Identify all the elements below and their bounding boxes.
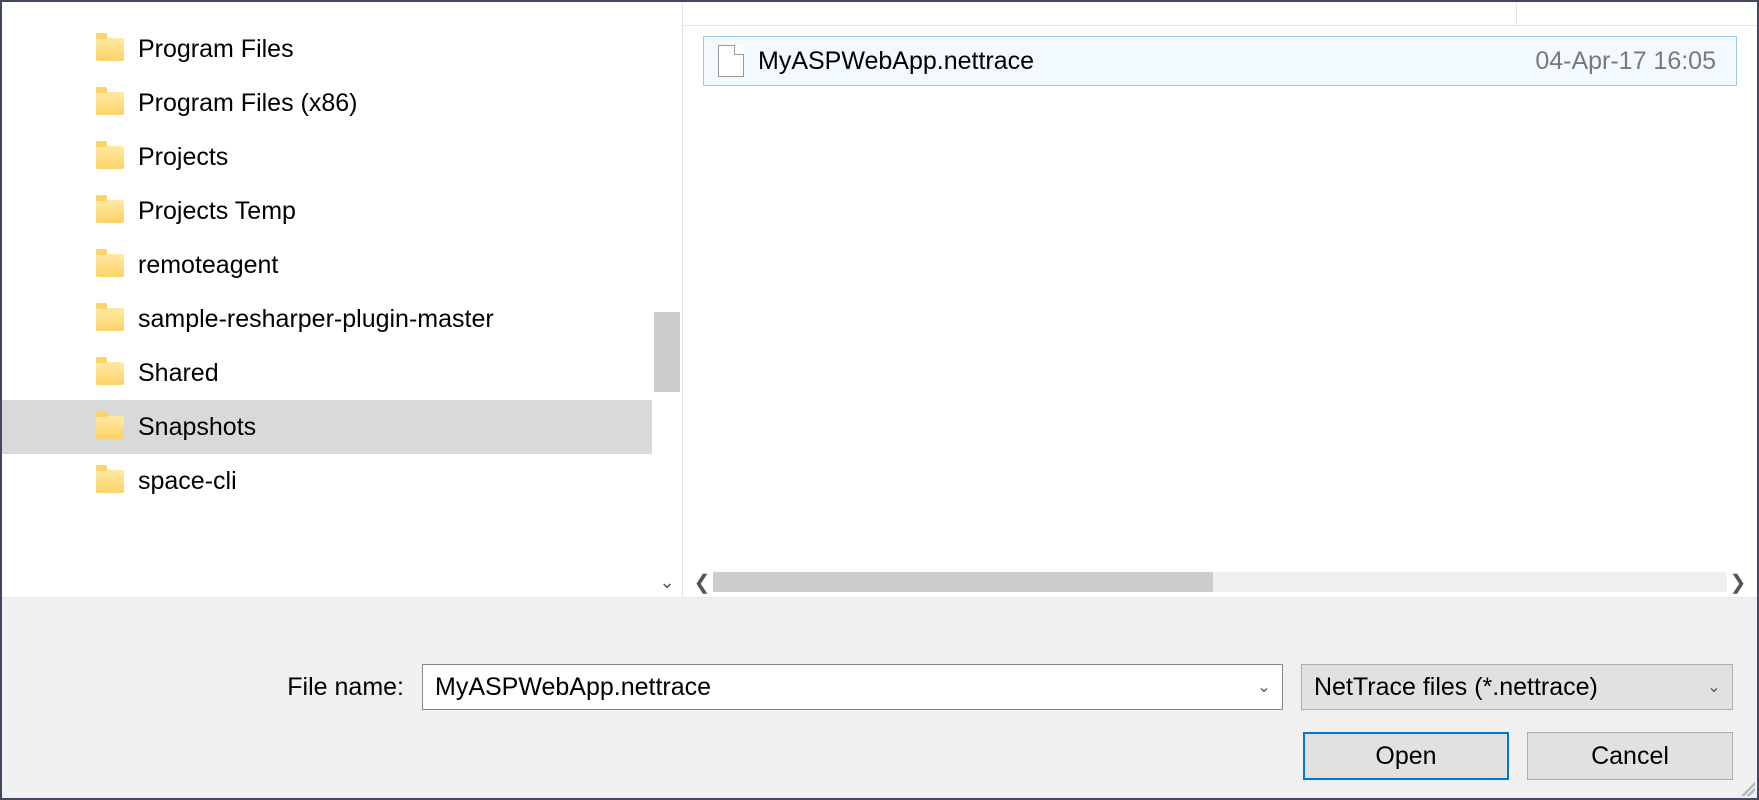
cancel-button[interactable]: Cancel (1527, 732, 1733, 780)
chevron-down-icon[interactable]: ⌄ (652, 573, 682, 591)
file-name-combobox[interactable]: ⌄ (422, 664, 1283, 710)
dialog-buttons: Open Cancel (26, 732, 1733, 780)
folder-tree-item[interactable]: remoteagent (2, 238, 652, 292)
folder-icon (96, 362, 124, 385)
file-type-label: NetTrace files (*.nettrace) (1314, 673, 1598, 702)
folder-label: space-cli (138, 467, 237, 496)
file-name-label: File name: (26, 673, 404, 702)
folder-tree-panel: Program Files Program Files (x86) Projec… (2, 2, 682, 597)
file-date: 04-Apr-17 16:05 (1535, 47, 1722, 76)
folder-label: sample-resharper-plugin-master (138, 305, 494, 334)
chevron-down-icon[interactable]: ⌄ (1696, 677, 1732, 697)
chevron-left-icon[interactable]: ❮ (691, 570, 713, 595)
file-row-selected[interactable]: MyASPWebApp.nettrace 04-Apr-17 16:05 (703, 36, 1737, 86)
folder-label: Projects (138, 143, 228, 172)
file-list-header[interactable] (683, 2, 1757, 26)
file-list[interactable]: MyASPWebApp.nettrace 04-Apr-17 16:05 (683, 26, 1757, 567)
folder-icon (96, 416, 124, 439)
file-name-input[interactable] (423, 673, 1246, 702)
tree-vertical-scrollbar[interactable]: ⌄ (652, 2, 682, 597)
folder-icon (96, 92, 124, 115)
folder-label: remoteagent (138, 251, 278, 280)
column-separator[interactable] (1516, 2, 1517, 25)
folder-icon (96, 38, 124, 61)
open-button[interactable]: Open (1303, 732, 1509, 780)
chevron-down-icon[interactable]: ⌄ (1246, 677, 1282, 697)
file-list-horizontal-scrollbar[interactable]: ❮ ❯ (683, 567, 1757, 597)
dialog-body: Program Files Program Files (x86) Projec… (2, 2, 1757, 597)
folder-label: Program Files (x86) (138, 89, 358, 118)
file-name-row: File name: ⌄ NetTrace files (*.nettrace)… (26, 664, 1733, 710)
folder-tree[interactable]: Program Files Program Files (x86) Projec… (2, 2, 652, 597)
folder-tree-item[interactable]: Program Files (2, 22, 652, 76)
folder-label: Program Files (138, 35, 294, 64)
folder-icon (96, 470, 124, 493)
file-icon (718, 45, 744, 77)
button-label: Open (1375, 742, 1436, 771)
folder-icon (96, 254, 124, 277)
folder-tree-item[interactable]: Program Files (x86) (2, 76, 652, 130)
file-list-panel: MyASPWebApp.nettrace 04-Apr-17 16:05 ❮ ❯ (682, 2, 1757, 597)
folder-tree-item[interactable]: space-cli (2, 454, 652, 508)
folder-label: Projects Temp (138, 197, 296, 226)
scrollbar-thumb[interactable] (654, 312, 680, 392)
folder-label: Shared (138, 359, 219, 388)
scrollbar-track[interactable] (713, 572, 1727, 592)
folder-label: Snapshots (138, 413, 256, 442)
resize-grip-icon[interactable] (1737, 778, 1755, 796)
button-label: Cancel (1591, 742, 1669, 771)
folder-tree-item[interactable]: sample-resharper-plugin-master (2, 292, 652, 346)
scrollbar-thumb[interactable] (713, 572, 1213, 592)
file-type-combobox[interactable]: NetTrace files (*.nettrace) ⌄ (1301, 664, 1733, 710)
folder-icon (96, 200, 124, 223)
dialog-footer: File name: ⌄ NetTrace files (*.nettrace)… (2, 597, 1757, 798)
folder-tree-item[interactable]: Projects Temp (2, 184, 652, 238)
file-open-dialog: Program Files Program Files (x86) Projec… (0, 0, 1759, 800)
folder-tree-item[interactable]: Shared (2, 346, 652, 400)
folder-icon (96, 146, 124, 169)
folder-icon (96, 308, 124, 331)
chevron-right-icon[interactable]: ❯ (1727, 570, 1749, 595)
file-name: MyASPWebApp.nettrace (758, 47, 1535, 76)
folder-tree-item-selected[interactable]: Snapshots (2, 400, 652, 454)
folder-tree-item[interactable]: Projects (2, 130, 652, 184)
